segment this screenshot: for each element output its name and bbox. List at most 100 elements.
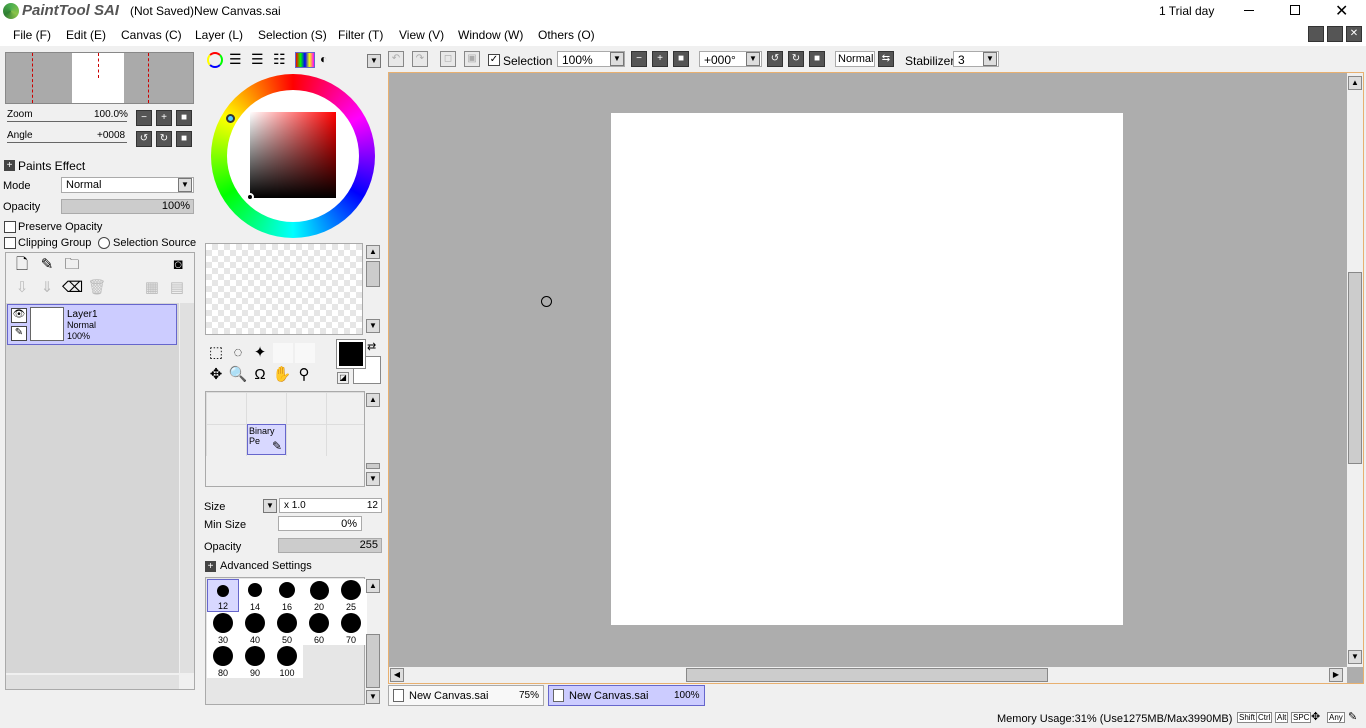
brush-scroll-grip[interactable] xyxy=(366,463,380,469)
min-size-field[interactable]: 0% xyxy=(278,516,362,531)
selection-source-radio[interactable] xyxy=(98,237,110,249)
toolbar-zoom-reset-button[interactable]: ■ xyxy=(673,51,689,67)
brush-size-cell[interactable]: 16 xyxy=(271,579,303,612)
doc-close-button[interactable]: ✕ xyxy=(1346,26,1362,42)
layer-mask-icon[interactable]: ◙ xyxy=(168,255,188,275)
angle-slider[interactable] xyxy=(7,142,127,143)
menu-canvas[interactable]: Canvas (C) xyxy=(121,28,182,42)
brush-size-cell[interactable]: 40 xyxy=(239,612,271,645)
zoom-out-button[interactable]: − xyxy=(136,110,152,126)
brush-size-scroll-up[interactable]: ▲ xyxy=(366,579,380,593)
toolbar-rotate-ccw-button[interactable]: ↺ xyxy=(767,51,783,67)
canvas-scroll-down[interactable]: ▼ xyxy=(1348,650,1362,664)
brush-size-cell[interactable]: 100 xyxy=(271,645,303,678)
brush-size-scroll-thumb[interactable] xyxy=(366,634,380,688)
menu-layer[interactable]: Layer (L) xyxy=(195,28,243,42)
menu-selection[interactable]: Selection (S) xyxy=(258,28,327,42)
layer-scrollbar[interactable] xyxy=(180,303,194,673)
paints-effect-expand-icon[interactable]: + xyxy=(4,160,15,171)
new-layer-icon[interactable]: 🗋 xyxy=(12,255,32,275)
canvas-scroll-up[interactable]: ▲ xyxy=(1348,76,1362,90)
canvas-scroll-left[interactable]: ◀ xyxy=(390,668,404,682)
zoom-icon[interactable]: 🔍 xyxy=(228,365,248,385)
layer-opacity-slider[interactable]: 100% xyxy=(61,199,194,214)
brush-size-cell[interactable]: 50 xyxy=(271,612,303,645)
menu-others[interactable]: Others (O) xyxy=(538,28,595,42)
color-mixer-tab-icon[interactable]: ☷ xyxy=(273,52,289,68)
preserve-opacity-checkbox[interactable] xyxy=(4,221,16,233)
size-field[interactable]: x 1.0 12 xyxy=(279,498,382,513)
eyedropper-icon[interactable]: ⚲ xyxy=(294,365,314,385)
toolbar-rotate-cw-button[interactable]: ↻ xyxy=(788,51,804,67)
scratchpad-tab-icon[interactable]: ◐ xyxy=(320,52,336,68)
saturation-value-box[interactable] xyxy=(250,112,336,198)
mode-select[interactable]: Normal xyxy=(61,177,194,193)
invert-selection-button[interactable]: ▣ xyxy=(464,51,480,67)
canvas-scroll-right[interactable]: ▶ xyxy=(1329,668,1343,682)
brush-size-cell[interactable]: 25 xyxy=(335,579,367,612)
rotate-tool-icon[interactable]: Ω xyxy=(250,365,270,385)
menu-window[interactable]: Window (W) xyxy=(458,28,523,42)
new-linework-layer-icon[interactable]: ✎ xyxy=(37,255,57,275)
scratchpad-scroll-thumb[interactable] xyxy=(366,261,380,287)
canvas-vscroll-thumb[interactable] xyxy=(1348,272,1362,464)
layer-row[interactable]: 👁 ✎ Layer1 Normal 100% xyxy=(7,304,177,345)
flip-canvas-button[interactable]: ⇆ xyxy=(878,51,894,67)
menu-view[interactable]: View (V) xyxy=(399,28,444,42)
canvas-tab[interactable]: New Canvas.sai 75% xyxy=(388,685,544,706)
swatches-tab-icon[interactable] xyxy=(295,52,315,68)
mode-dropdown-icon[interactable]: ▼ xyxy=(178,178,192,192)
canvas-hscrollbar[interactable]: ◀ ▶ xyxy=(389,667,1347,683)
navigator-preview[interactable] xyxy=(5,52,194,104)
scratchpad-scroll-down[interactable]: ▼ xyxy=(366,319,380,333)
brush-size-cell[interactable]: 14 xyxy=(239,579,271,612)
scratchpad[interactable] xyxy=(205,243,363,335)
magic-wand-icon[interactable]: ✦ xyxy=(250,343,270,363)
brush-size-cell[interactable]: 20 xyxy=(303,579,335,612)
menu-filter[interactable]: Filter (T) xyxy=(338,28,383,42)
doc-restore-button[interactable] xyxy=(1327,26,1343,42)
new-folder-icon[interactable]: 🗀 xyxy=(62,255,82,275)
color-wheel-tab-icon[interactable] xyxy=(207,52,223,68)
doc-minimize-button[interactable] xyxy=(1308,26,1324,42)
merge-down-icon[interactable]: ⇓ xyxy=(37,278,57,298)
rotate-left-button[interactable]: ↺ xyxy=(136,131,152,147)
brush-size-cell[interactable]: 30 xyxy=(207,612,239,645)
blend-mode-select[interactable]: Normal xyxy=(835,51,875,67)
tool-slot-empty-b[interactable] xyxy=(295,343,315,363)
rgb-slider-tab-icon[interactable]: ☰ xyxy=(229,52,245,68)
foreground-color-swatch[interactable] xyxy=(336,339,366,369)
brush-scroll-up[interactable]: ▲ xyxy=(366,393,380,407)
zoom-reset-button[interactable]: ■ xyxy=(176,110,192,126)
stabilizer-dropdown-icon[interactable]: ▼ xyxy=(983,52,997,66)
deselect-button[interactable]: ◻ xyxy=(440,51,456,67)
transparent-color-icon[interactable]: ◪ xyxy=(337,372,349,384)
layer-op-b-icon[interactable]: ▤ xyxy=(167,278,187,298)
undo-button[interactable]: ↶ xyxy=(388,51,404,67)
swap-colors-icon[interactable]: ⇄ xyxy=(367,340,376,353)
clipping-group-checkbox[interactable] xyxy=(4,237,16,249)
advanced-expand-icon[interactable]: + xyxy=(205,561,216,572)
toolbar-rotate-reset-button[interactable]: ■ xyxy=(809,51,825,67)
layer-op-a-icon[interactable]: ▦ xyxy=(142,278,162,298)
tool-slot-empty-a[interactable] xyxy=(273,343,293,363)
angle-dropdown-icon[interactable]: ▼ xyxy=(746,52,760,66)
rect-select-icon[interactable]: ⬚ xyxy=(206,343,226,363)
hand-icon[interactable]: ✋ xyxy=(272,365,292,385)
toolbar-zoom-out-button[interactable]: − xyxy=(631,51,647,67)
layer-hscrollbar[interactable] xyxy=(6,675,179,689)
show-selection-checkbox[interactable]: ✓ xyxy=(488,54,500,66)
clear-layer-icon[interactable]: ⌫ xyxy=(62,278,83,298)
hsv-slider-tab-icon[interactable]: ☰ xyxy=(251,52,267,68)
redo-button[interactable]: ↷ xyxy=(412,51,428,67)
rotate-reset-button[interactable]: ■ xyxy=(176,131,192,147)
transfer-down-icon[interactable]: ⇩ xyxy=(12,278,32,298)
scratchpad-scroll-up[interactable]: ▲ xyxy=(366,245,380,259)
close-window-icon[interactable]: ✕ xyxy=(1335,1,1348,21)
color-panel-menu-icon[interactable]: ▼ xyxy=(367,54,381,68)
menu-file[interactable]: File (F) xyxy=(13,28,51,42)
canvas-vscrollbar[interactable]: ▲ ▼ xyxy=(1347,73,1363,667)
minimize-window-icon[interactable] xyxy=(1244,10,1254,11)
zoom-slider[interactable] xyxy=(7,121,127,122)
brush-size-scroll-down[interactable]: ▼ xyxy=(366,690,380,704)
